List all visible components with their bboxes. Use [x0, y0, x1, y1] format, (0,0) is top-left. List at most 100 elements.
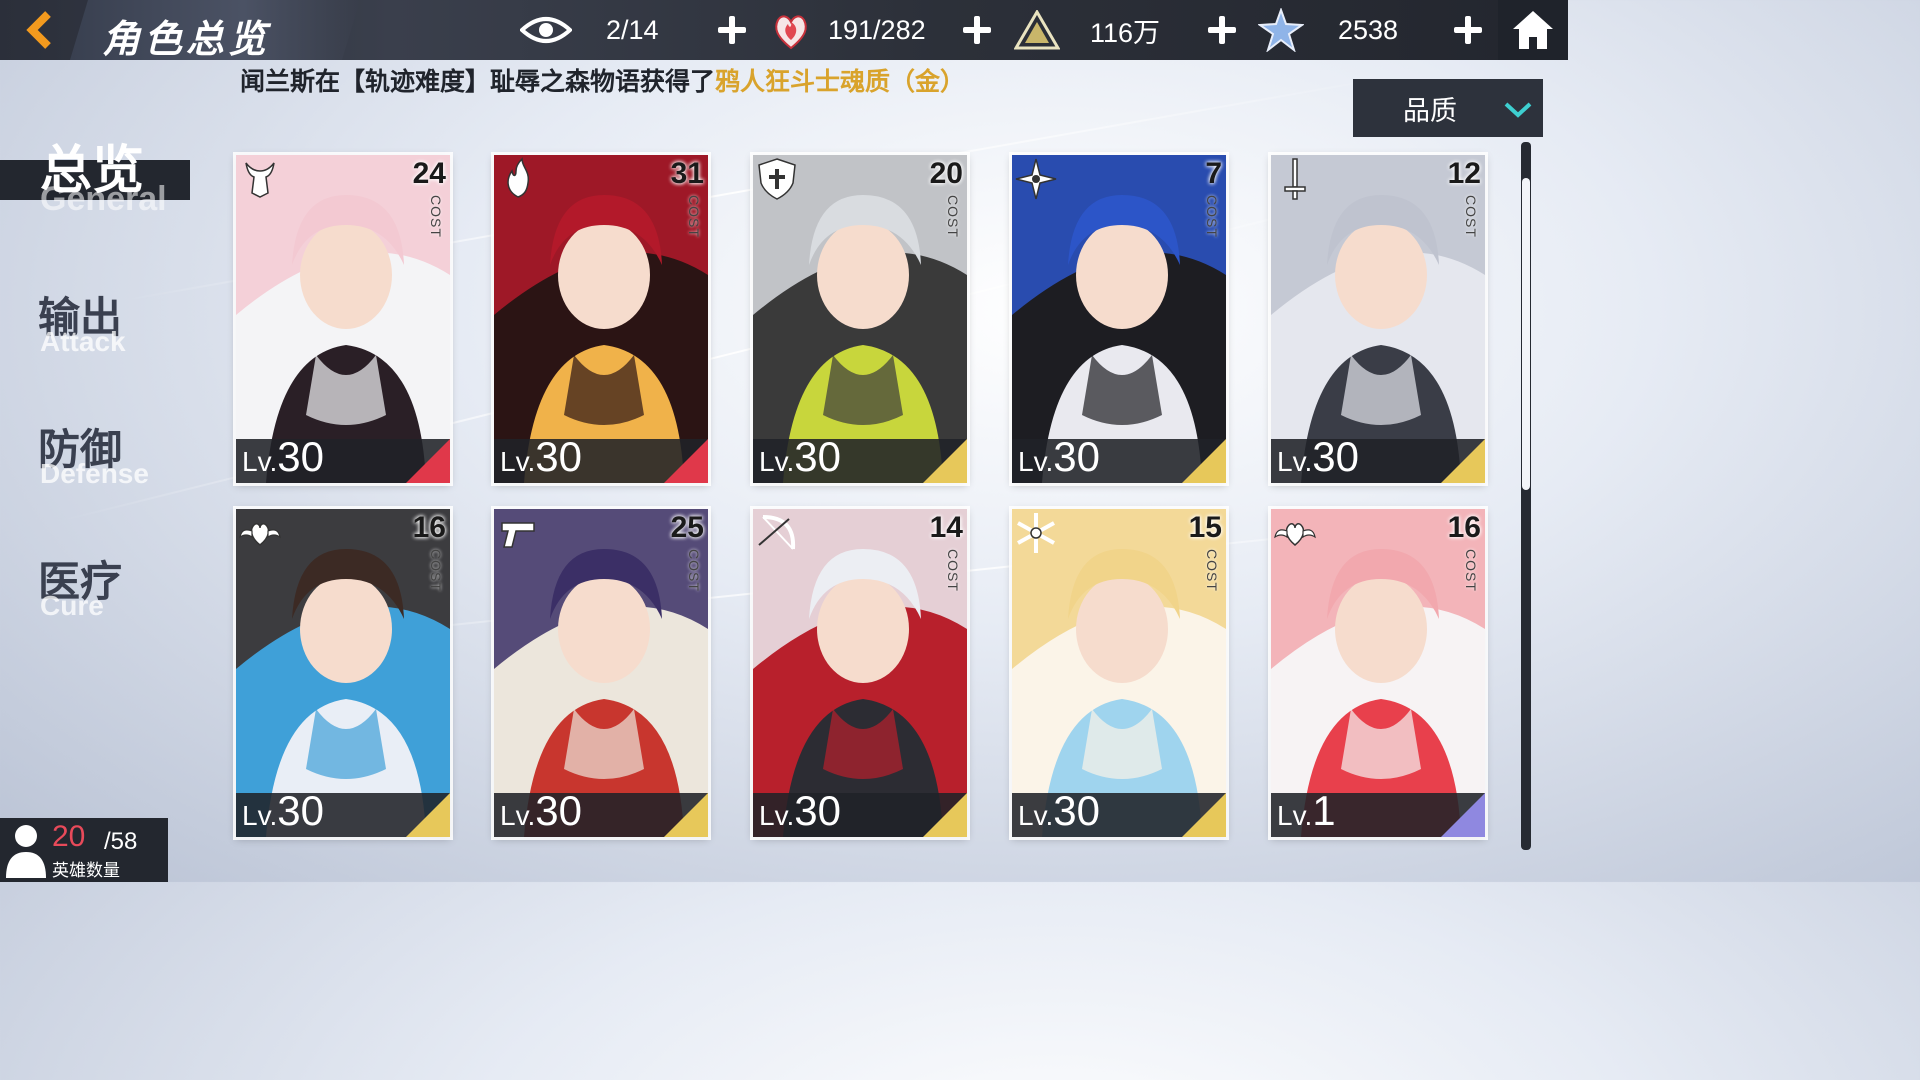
winged-heart-icon	[1274, 523, 1316, 546]
sort-dropdown[interactable]: 品质	[1353, 79, 1543, 137]
ticker-highlight: 鸦人狂斗士魂质（金）	[715, 67, 966, 96]
card-cost: 7	[1205, 157, 1222, 190]
level-number: 1	[1312, 787, 1336, 834]
card-cost: 16	[412, 511, 446, 544]
nav-item-general[interactable]: 总览 General	[0, 128, 200, 220]
card-level: Lv.30	[242, 433, 324, 481]
home-icon	[1513, 11, 1553, 49]
hero-count-current: 20	[52, 820, 86, 853]
hero-card[interactable]: 15 COST Lv.30	[1012, 509, 1226, 837]
card-cost-label: COST	[428, 549, 444, 592]
card-level: Lv.1	[1277, 787, 1336, 835]
card-cost-label: COST	[1463, 195, 1479, 238]
resource-triangle	[1014, 8, 1060, 52]
level-number: 30	[277, 433, 324, 480]
winged-heart-icon	[239, 523, 281, 546]
card-cost: 20	[929, 157, 963, 190]
back-button[interactable]	[18, 8, 62, 52]
chevron-down-icon	[1504, 102, 1532, 118]
add-star-button[interactable]	[1452, 14, 1484, 46]
card-cost-label: COST	[686, 195, 702, 238]
card-cost-label: COST	[1204, 549, 1220, 592]
rarity-corner	[923, 439, 967, 483]
card-cost-label: COST	[686, 549, 702, 592]
card-cost: 14	[929, 511, 963, 544]
resource-value: 116万	[1090, 17, 1161, 48]
add-eye-button[interactable]	[716, 14, 748, 46]
level-prefix: Lv.	[1277, 800, 1313, 831]
sword-icon	[1284, 158, 1306, 200]
hero-card[interactable]: 12 COST Lv.30	[1271, 155, 1485, 483]
level-prefix: Lv.	[1277, 446, 1313, 477]
nav-item-attack[interactable]: 输出 Attack	[0, 284, 200, 364]
person-icon	[6, 825, 46, 878]
add-triangle-button[interactable]	[1206, 14, 1238, 46]
level-prefix: Lv.	[500, 800, 536, 831]
hero-card[interactable]: 16 COST Lv.30	[236, 509, 450, 837]
news-ticker: 闻兰斯在【轨迹难度】耻辱之森物语获得了鸦人狂斗士魂质（金）	[240, 62, 965, 98]
resource-eye	[520, 8, 572, 52]
flame-icon	[507, 157, 530, 198]
demon-horns-icon	[245, 162, 275, 198]
home-button[interactable]	[1498, 0, 1568, 60]
hero-card[interactable]: 20 COST Lv.30	[753, 155, 967, 483]
level-number: 30	[1312, 433, 1359, 480]
card-cost-label: COST	[428, 195, 444, 238]
rarity-corner	[1182, 793, 1226, 837]
card-level: Lv.30	[759, 787, 841, 835]
card-cost-label: COST	[945, 549, 961, 592]
rarity-corner	[1441, 793, 1485, 837]
resource-value: 2538	[1338, 14, 1399, 45]
card-cost: 15	[1188, 511, 1222, 544]
hero-card[interactable]: 25 COST Lv.30	[494, 509, 708, 837]
hero-card[interactable]: 31 COST Lv.30	[494, 155, 708, 483]
hero-count-max: /58	[104, 828, 138, 855]
triangle-emblem-icon	[1014, 10, 1060, 50]
add-heart-button[interactable]	[961, 14, 993, 46]
nav-sublabel: General	[40, 180, 167, 218]
scrollbar-thumb[interactable]	[1522, 178, 1530, 490]
level-prefix: Lv.	[1018, 800, 1054, 831]
card-cost: 31	[670, 157, 704, 190]
hero-card[interactable]: 7 COST Lv.30	[1012, 155, 1226, 483]
level-number: 30	[794, 787, 841, 834]
nav-item-defense[interactable]: 防御 Defense	[0, 416, 200, 496]
rarity-corner	[1441, 439, 1485, 483]
card-cost: 16	[1447, 511, 1481, 544]
sort-dropdown-label: 品质	[1403, 95, 1457, 127]
card-level: Lv.30	[242, 787, 324, 835]
level-prefix: Lv.	[1018, 446, 1054, 477]
rarity-corner	[664, 439, 708, 483]
ticker-text: 闻兰斯在【轨迹难度】耻辱之森物语获得了	[240, 67, 716, 96]
level-prefix: Lv.	[759, 800, 795, 831]
nav-item-cure[interactable]: 医疗 Cure	[0, 548, 200, 628]
level-prefix: Lv.	[500, 446, 536, 477]
rarity-corner	[664, 793, 708, 837]
hero-card[interactable]: 16 COST Lv.1	[1271, 509, 1485, 837]
shield-cross-icon	[758, 158, 796, 200]
nav-sublabel: Defense	[40, 458, 149, 489]
level-number: 30	[277, 787, 324, 834]
resource-heart	[772, 8, 810, 52]
rarity-corner	[406, 793, 450, 837]
star-crystal-icon	[1258, 8, 1304, 52]
card-level: Lv.30	[500, 433, 582, 481]
hero-card[interactable]: 24 COST Lv.30	[236, 155, 450, 483]
card-cost: 25	[670, 511, 704, 544]
card-cost-label: COST	[945, 195, 961, 238]
rarity-corner	[923, 793, 967, 837]
heart-flame-icon	[775, 15, 807, 50]
card-level: Lv.30	[500, 787, 582, 835]
resource-value: 2/14	[606, 14, 659, 45]
nav-sublabel: Cure	[40, 590, 104, 621]
snowflake-icon	[1017, 513, 1055, 553]
hero-card[interactable]: 14 COST Lv.30	[753, 509, 967, 837]
back-arrow-icon	[26, 11, 51, 49]
card-level: Lv.30	[1018, 433, 1100, 481]
eye-icon	[520, 17, 572, 43]
revolver-icon	[501, 522, 535, 548]
nav-sublabel: Attack	[40, 326, 126, 357]
bow-icon	[758, 515, 796, 550]
resource-value: 191/282	[828, 14, 926, 45]
level-prefix: Lv.	[242, 800, 278, 831]
